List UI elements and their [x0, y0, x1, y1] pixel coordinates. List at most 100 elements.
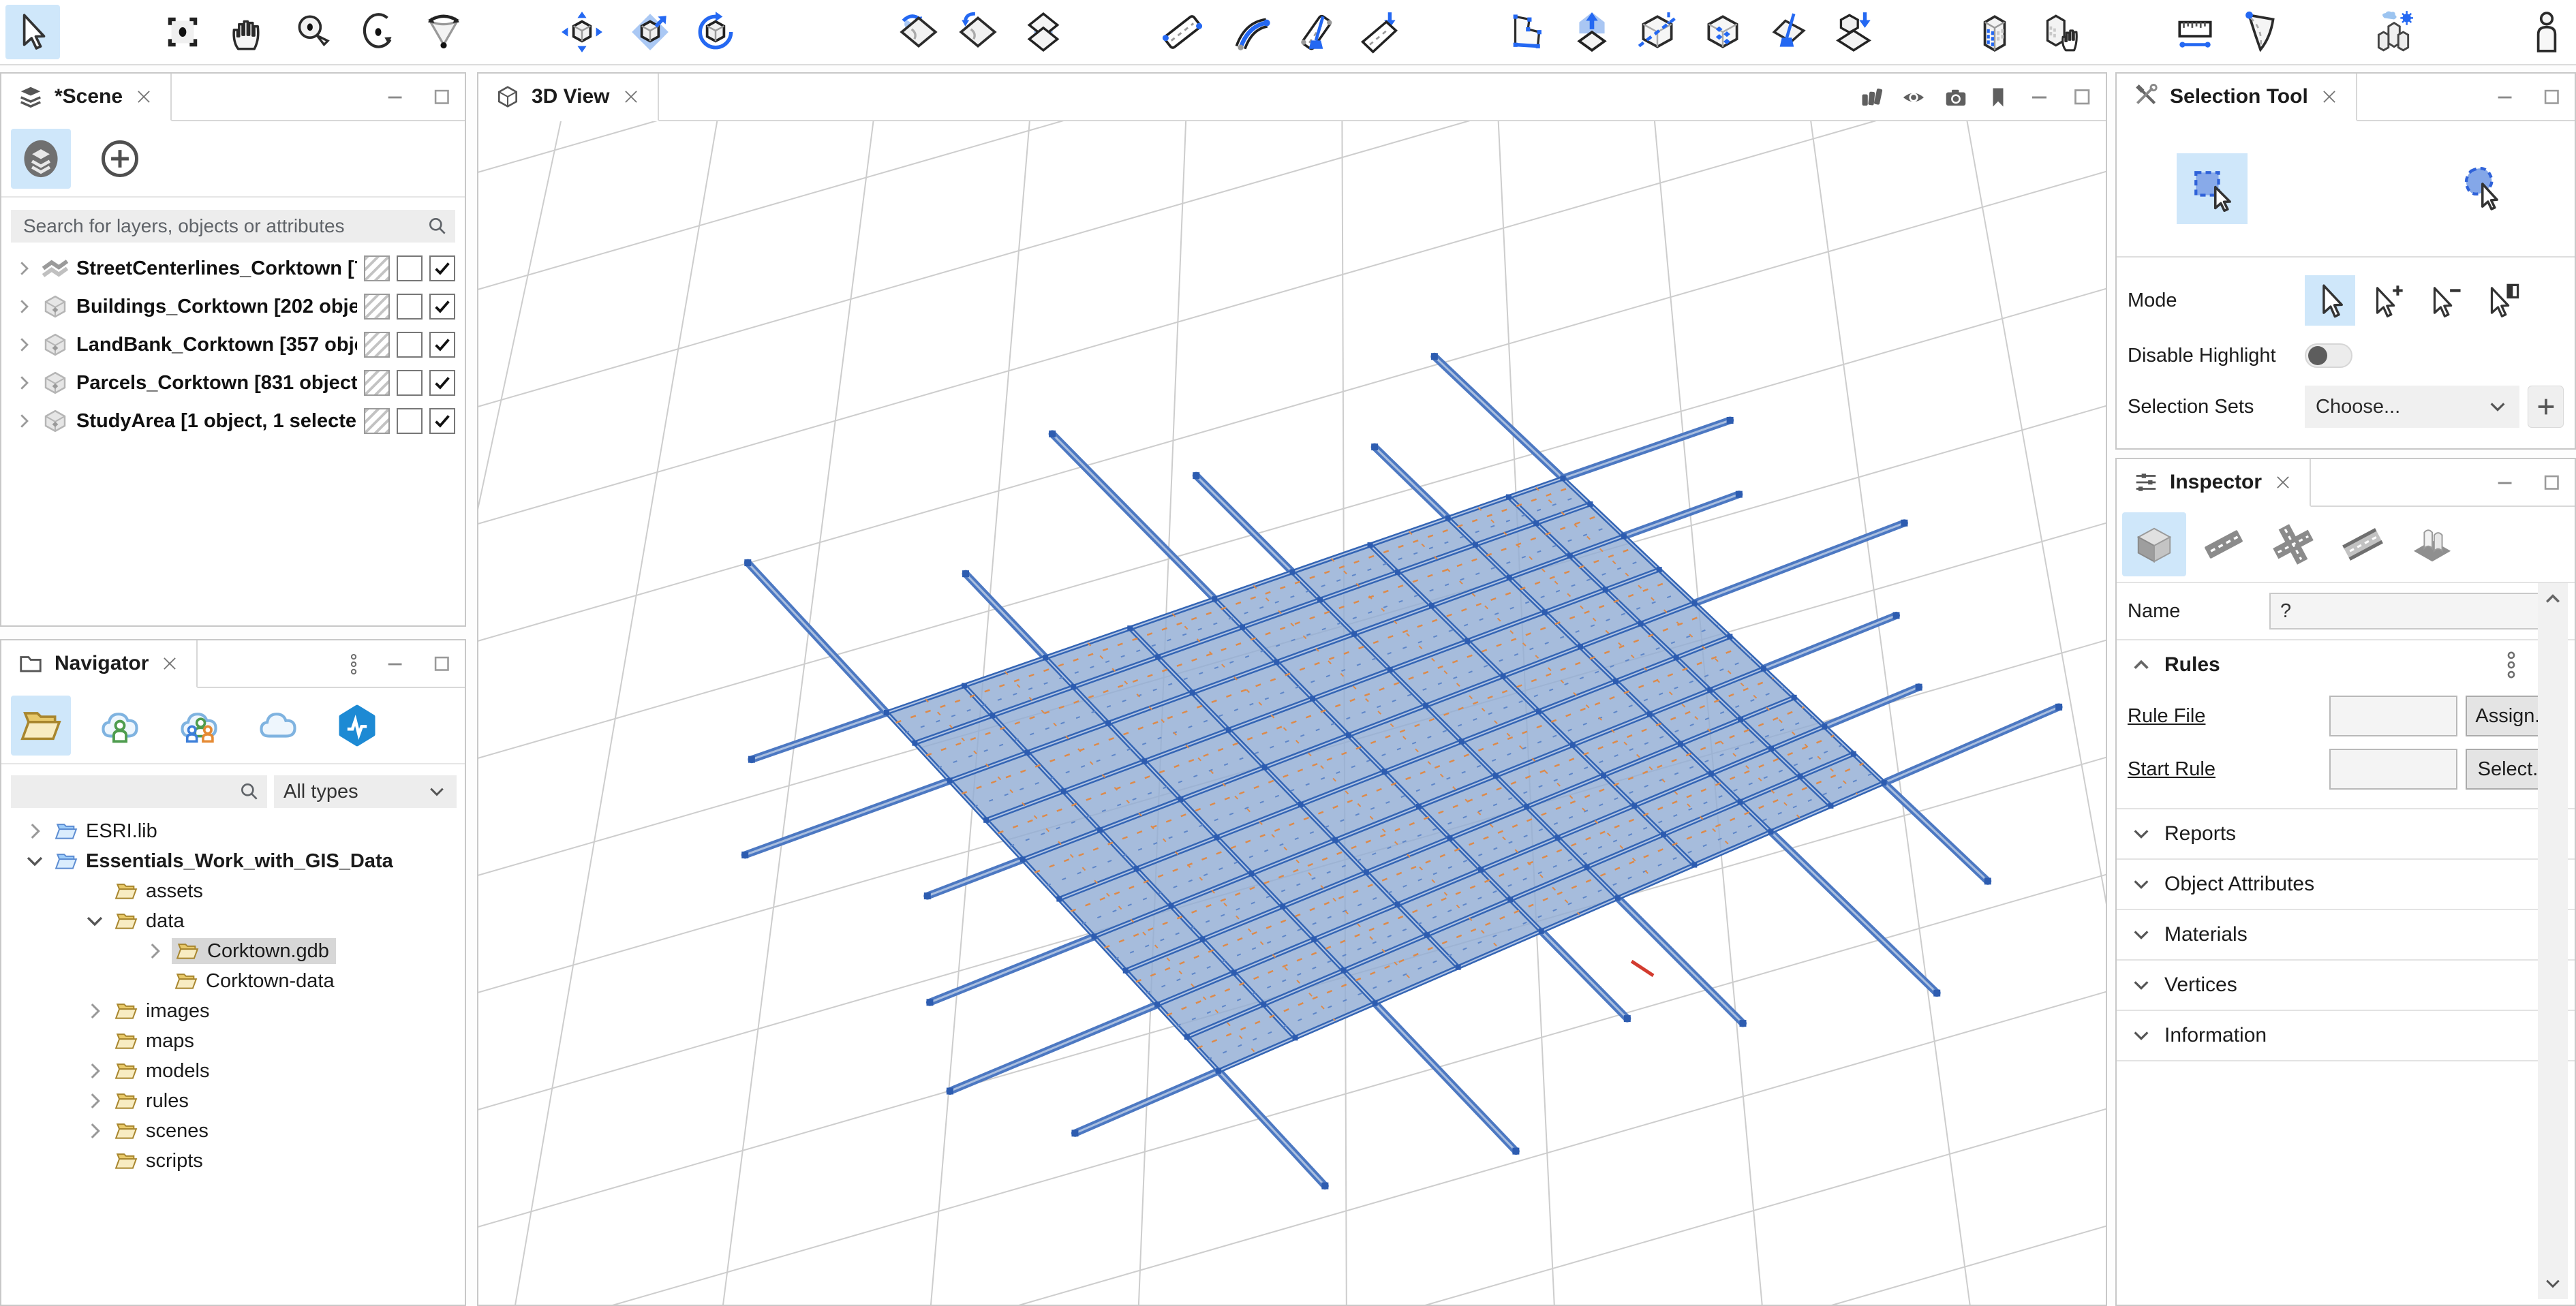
- tree-item-data[interactable]: data: [1, 906, 465, 936]
- close-icon[interactable]: [2319, 87, 2340, 107]
- chevron-right-icon[interactable]: [83, 1059, 106, 1083]
- layer-lock-checkbox[interactable]: [397, 255, 423, 281]
- create-shape-button[interactable]: [1499, 5, 1554, 59]
- tree-item-scripts[interactable]: scripts: [1, 1146, 465, 1176]
- scroll-down-icon[interactable]: [2543, 1273, 2563, 1294]
- look-around-button[interactable]: [416, 5, 471, 59]
- chevron-down-icon[interactable]: [83, 909, 106, 933]
- object-attributes-section-header[interactable]: Object Attributes: [2117, 860, 2575, 909]
- layer-manager-button[interactable]: [11, 129, 71, 189]
- create-street-button[interactable]: [1155, 5, 1210, 59]
- environment-settings-button[interactable]: [2365, 5, 2420, 59]
- align-terrain-button[interactable]: [891, 5, 946, 59]
- tree-item-assets[interactable]: assets: [1, 876, 465, 906]
- tree-item-esri-lib[interactable]: ESRI.lib: [1, 816, 465, 846]
- mode-subtract-selection-button[interactable]: [2419, 275, 2470, 326]
- layer-row-parcels[interactable]: Parcels_Corktown [831 objects, 8: [1, 364, 465, 402]
- tree-item-corktown-data[interactable]: Corktown-data: [1, 966, 465, 996]
- add-layer-button[interactable]: [90, 129, 150, 189]
- layer-color-swatch[interactable]: [364, 294, 390, 320]
- tumble-button[interactable]: [351, 5, 405, 59]
- rotate-button[interactable]: [688, 5, 743, 59]
- tree-item-corktown-gdb[interactable]: Corktown.gdb: [1, 936, 465, 966]
- layer-lock-checkbox[interactable]: [397, 332, 423, 358]
- tree-item-essentials[interactable]: Essentials_Work_with_GIS_Data: [1, 846, 465, 876]
- mode-new-selection-button[interactable]: [2305, 275, 2355, 326]
- public-content-button[interactable]: [248, 696, 308, 756]
- layer-visible-checkbox[interactable]: [429, 294, 455, 320]
- rule-file-link[interactable]: Rule File: [2128, 705, 2329, 728]
- tab-inspector[interactable]: Inspector: [2117, 459, 2312, 507]
- chevron-right-icon[interactable]: [83, 1089, 106, 1113]
- generate-models-button[interactable]: [1967, 5, 2022, 59]
- rule-file-field[interactable]: [2329, 696, 2457, 736]
- layer-row-landbank[interactable]: LandBank_Corktown [357 object: [1, 326, 465, 364]
- minimize-icon[interactable]: [2494, 471, 2517, 495]
- chevron-right-icon[interactable]: [14, 373, 34, 393]
- vertices-section-header[interactable]: Vertices: [2117, 961, 2575, 1010]
- kebab-menu-icon[interactable]: [2502, 650, 2520, 680]
- maximize-icon[interactable]: [431, 653, 454, 676]
- lasso-select-button[interactable]: [2444, 153, 2515, 224]
- layer-visible-checkbox[interactable]: [429, 408, 455, 434]
- search-icon[interactable]: [239, 781, 260, 803]
- close-icon[interactable]: [134, 87, 154, 107]
- tab-scene[interactable]: *Scene: [1, 74, 172, 121]
- rectangle-select-button[interactable]: [2177, 153, 2248, 224]
- disable-highlight-toggle[interactable]: [2305, 343, 2352, 368]
- chevron-right-icon[interactable]: [83, 1119, 106, 1142]
- object-filter-segments-button[interactable]: [2192, 512, 2256, 576]
- chevron-right-icon[interactable]: [14, 258, 34, 279]
- tree-item-images[interactable]: images: [1, 996, 465, 1026]
- layer-lock-checkbox[interactable]: [397, 294, 423, 320]
- mode-invert-selection-button[interactable]: [2477, 275, 2527, 326]
- chevron-right-icon[interactable]: [23, 820, 46, 843]
- search-icon[interactable]: [427, 215, 448, 237]
- minimize-icon[interactable]: [2494, 86, 2517, 109]
- minimize-icon[interactable]: [384, 653, 408, 676]
- snapshot-camera-icon[interactable]: [1944, 85, 1968, 110]
- close-icon[interactable]: [621, 87, 641, 107]
- select-tool-button[interactable]: [5, 5, 60, 59]
- tree-item-models[interactable]: models: [1, 1056, 465, 1086]
- layer-visibility-icon[interactable]: [1859, 85, 1884, 110]
- bookmark-icon[interactable]: [1986, 85, 2010, 110]
- tab-3d-view[interactable]: 3D View: [478, 74, 659, 121]
- layer-row-studyarea[interactable]: StudyArea [1 object, 1 selected]: [1, 402, 465, 440]
- my-content-button[interactable]: [90, 696, 150, 756]
- tab-navigator[interactable]: Navigator: [1, 640, 198, 688]
- navigator-search-input[interactable]: [11, 775, 229, 808]
- zoom-frame-button[interactable]: [155, 5, 210, 59]
- start-rule-link[interactable]: Start Rule: [2128, 758, 2329, 781]
- inspector-scrollbar[interactable]: [2538, 583, 2568, 1299]
- cleanup-shapes-button[interactable]: [1761, 5, 1815, 59]
- chevron-right-icon[interactable]: [83, 999, 106, 1023]
- materials-section-header[interactable]: Materials: [2117, 910, 2575, 959]
- scale-button[interactable]: [623, 5, 677, 59]
- select-model-button[interactable]: [2033, 5, 2087, 59]
- rules-section-header[interactable]: Rules: [2117, 640, 2575, 689]
- layer-visible-checkbox[interactable]: [429, 255, 455, 281]
- pan-button[interactable]: [221, 5, 275, 59]
- extrude-shape-button[interactable]: [1565, 5, 1619, 59]
- add-selection-set-button[interactable]: [2528, 386, 2564, 428]
- reports-section-header[interactable]: Reports: [2117, 809, 2575, 858]
- chevron-right-icon[interactable]: [14, 335, 34, 355]
- layer-row-buildings[interactable]: Buildings_Corktown [202 object: [1, 287, 465, 326]
- mode-add-selection-button[interactable]: [2362, 275, 2412, 326]
- name-field[interactable]: [2269, 593, 2548, 629]
- arcgis-online-button[interactable]: [327, 696, 387, 756]
- type-filter-dropdown[interactable]: All types: [274, 775, 457, 808]
- minimize-icon[interactable]: [384, 86, 408, 109]
- selection-sets-dropdown[interactable]: Choose...: [2305, 386, 2520, 428]
- minimize-icon[interactable]: [2028, 85, 2053, 110]
- view-settings-eye-icon[interactable]: [1901, 85, 1926, 110]
- layer-row-streetcenterlines[interactable]: StreetCenterlines_Corktown [78: [1, 249, 465, 287]
- layer-color-swatch[interactable]: [364, 332, 390, 358]
- start-rule-field[interactable]: [2329, 749, 2457, 790]
- layer-lock-checkbox[interactable]: [397, 408, 423, 434]
- groups-button[interactable]: [169, 696, 229, 756]
- layer-visible-checkbox[interactable]: [429, 332, 455, 358]
- object-filter-shapes-button[interactable]: [2400, 512, 2464, 576]
- split-shape-button[interactable]: [1630, 5, 1685, 59]
